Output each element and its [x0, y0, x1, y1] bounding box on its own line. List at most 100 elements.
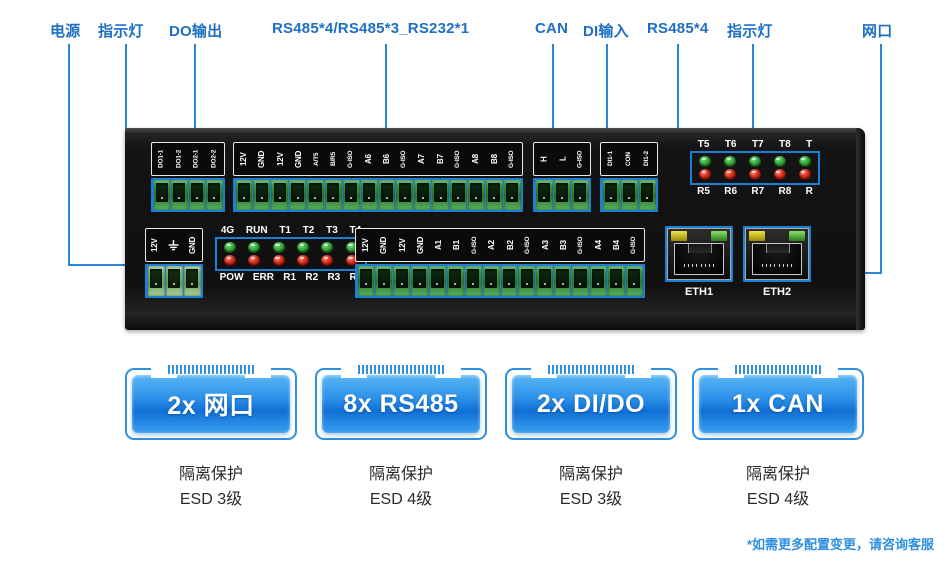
connector-pin: [183, 266, 201, 296]
led-indicator-red: [242, 254, 266, 267]
terminal-pin-label: A4: [593, 240, 603, 250]
terminal-block-di-input: DI1-1 CON DI1-2: [600, 142, 658, 212]
terminal-pin-label: B7: [436, 154, 446, 164]
terminal-pin-label: A6: [363, 154, 373, 164]
led-indicator-green: [693, 155, 718, 168]
led-label: T7: [751, 139, 764, 150]
led-indicator-red: [743, 168, 768, 181]
connector-pin: [482, 266, 500, 296]
ethernet-port-eth1[interactable]: [665, 226, 733, 282]
led-label: T2: [302, 225, 315, 236]
led-label: R5: [697, 186, 710, 197]
led-label: POW: [219, 272, 244, 283]
badge-caption-line2: ESD 3级: [559, 491, 623, 508]
connector-pin: [485, 180, 503, 210]
product-diagram: 电源 指示灯 DO输出 RS485*4/RS485*3_RS232*1 CAN …: [0, 0, 950, 572]
feature-badge-can: 1x CAN 隔离保护 ESD 4级: [692, 365, 864, 512]
callout-label-rs485-rs232: RS485*4/RS485*3_RS232*1: [272, 20, 470, 37]
terminal-pin-label: G-ISO: [400, 150, 408, 168]
led-label: R3: [327, 272, 341, 283]
feature-badge-dido: 2x DI/DO 隔离保护 ESD 3级: [505, 365, 677, 512]
terminal-pin-label: B1: [452, 240, 462, 250]
badge-caption-line1: 隔离保护: [558, 466, 623, 483]
led-indicator-red: [718, 168, 743, 181]
badge-caption-line1: 隔离保护: [368, 466, 433, 483]
ethernet-port-eth2[interactable]: [743, 226, 811, 282]
terminal-pin-label: B2: [505, 240, 515, 250]
terminal-pin-label: H: [539, 156, 549, 162]
badge-caption: 隔离保护 ESD 3级: [505, 462, 677, 512]
connector-pin: [307, 180, 324, 210]
ethernet-port-label-eth1: ETH1: [684, 286, 714, 298]
connector-pin: [188, 180, 205, 210]
connector-pin: [171, 180, 188, 210]
led-indicator-green: [767, 155, 792, 168]
led-row-green-left: [218, 241, 364, 254]
badge-caption-line1: 隔离保护: [178, 466, 243, 483]
led-label: T1: [279, 225, 291, 236]
terminal-pin-label: GND: [294, 150, 304, 168]
led-label: T8: [779, 139, 791, 150]
led-indicator-green: [315, 241, 339, 254]
callout-label-indicator-left: 指示灯: [98, 23, 144, 40]
terminal-pin-label: G-ISO: [523, 236, 531, 254]
connector-pin: [342, 180, 360, 210]
badge-dotted-accent: [548, 365, 634, 374]
led-indicator-green: [291, 241, 315, 254]
terminal-pin-label: 12V: [361, 238, 371, 252]
connector-pin: [464, 266, 482, 296]
connector-pin: [602, 180, 620, 210]
connector-pin: [518, 266, 536, 296]
terminal-pin-label: G-ISO: [577, 236, 585, 254]
led-row-green-right: [693, 155, 817, 168]
callout-label-di-input: DI输入: [583, 23, 629, 40]
badge-caption: 隔离保护 ESD 3级: [125, 462, 297, 512]
terminal-pin-label: L: [557, 156, 567, 162]
led-label: R2: [305, 272, 319, 283]
badge-caption-line2: ESD 4级: [746, 491, 810, 508]
led-row-red-right: [693, 168, 817, 181]
led-group-right: T5 T6 T7 T8 T R5 R6 R7 R8 R: [690, 138, 820, 198]
badge-caption-line1: 隔离保护: [745, 466, 810, 483]
connector-pin: [206, 180, 223, 210]
terminal-pin-label: 12V: [239, 152, 249, 166]
terminal-labels-power: 12V GND: [145, 228, 203, 262]
led-box-right: [690, 151, 820, 185]
terminal-pin-label: B4: [612, 240, 622, 250]
connector-do-output: [151, 178, 225, 212]
led-indicator-red: [291, 254, 315, 267]
terminal-pin-label: DO1-1: [157, 149, 165, 169]
connector-pin: [165, 266, 183, 296]
led-label: R6: [724, 186, 738, 197]
led-top-labels-right: T5 T6 T7 T8 T: [690, 138, 820, 151]
led-label: 4G: [220, 225, 235, 236]
terminal-pin-label: A8: [471, 154, 481, 164]
ground-symbol-icon: [163, 230, 184, 260]
terminal-pin-label: DO2-1: [192, 149, 200, 169]
connector-pin: [571, 180, 589, 210]
connector-pin: [360, 180, 378, 210]
badge-caption-line2: ESD 4级: [369, 491, 433, 508]
led-label: T5: [697, 139, 710, 150]
terminal-pin-label: G-ISO: [470, 236, 478, 254]
badge-dotted-accent: [358, 365, 444, 374]
badge-dotted-accent: [168, 365, 254, 374]
connector-pin: [503, 180, 521, 210]
terminal-block-power: 12V GND: [145, 228, 203, 298]
badge-title: 2x DI/DO: [536, 389, 646, 418]
leader-line-power-vertical: [68, 44, 70, 266]
terminal-labels-can: H L G-ISO: [533, 142, 591, 176]
rj45-pins-icon: [762, 264, 792, 267]
connector-pin: [375, 266, 393, 296]
terminal-labels-di-input: DI1-1 CON DI1-2: [600, 142, 658, 176]
terminal-block-do-output: DO1-1 DO1-2 DO2-1 DO2-2: [151, 142, 225, 212]
connector-pin: [393, 266, 411, 296]
connector-pin: [500, 266, 518, 296]
terminal-pin-label: DO2-2: [210, 149, 217, 169]
terminal-pin-label: GND: [415, 236, 425, 254]
ethernet-port-group: ETH1 ETH2: [665, 226, 811, 298]
badge-caption: 隔离保护 ESD 4级: [692, 462, 864, 512]
connector-pin: [429, 266, 446, 296]
terminal-pin-label: DI1-1: [606, 151, 614, 167]
terminal-pin-label: GND: [379, 236, 389, 254]
